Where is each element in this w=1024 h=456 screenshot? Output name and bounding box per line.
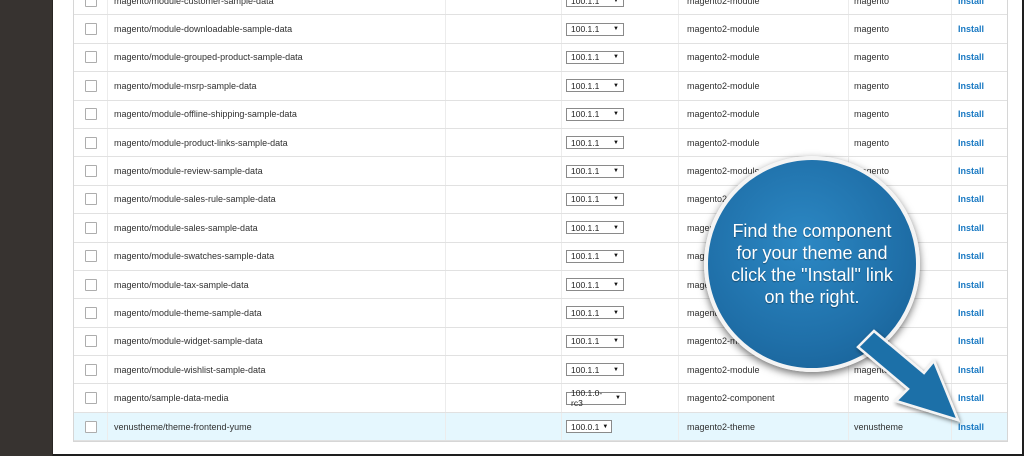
pointer-arrow-icon: [856, 329, 961, 422]
